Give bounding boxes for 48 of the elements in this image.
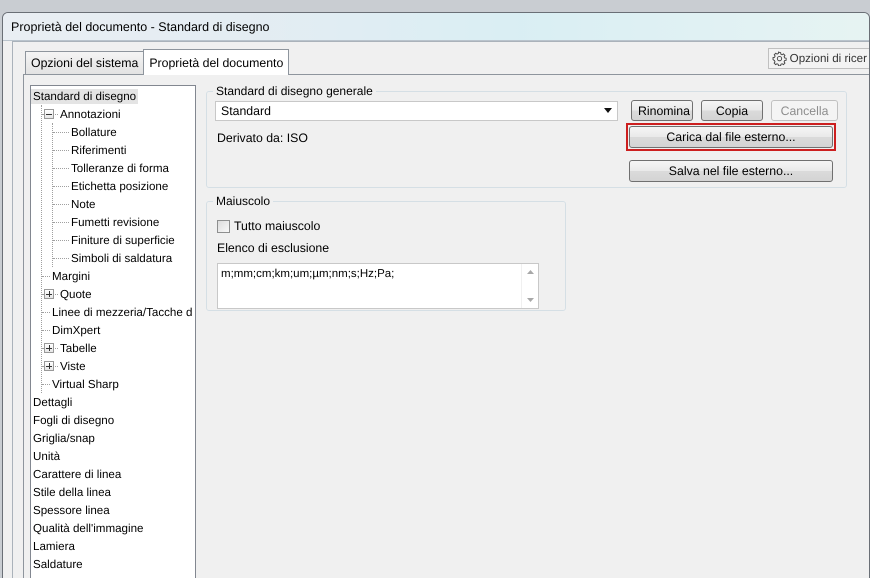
tree-item[interactable]: Virtual Sharp: [50, 376, 121, 392]
tree-item[interactable]: Tolleranze di forma: [69, 160, 171, 176]
tree-item[interactable]: Stile della linea: [31, 484, 113, 500]
derived-from-text: Derivato da: ISO: [216, 130, 308, 147]
tree-item[interactable]: Unità: [31, 448, 62, 464]
tree-item[interactable]: Linee di mezzeria/Tacche d: [50, 304, 194, 320]
tab[interactable]: Opzioni del sistema: [25, 51, 144, 74]
settings-icon: [772, 51, 787, 66]
file-button[interactable]: Salva nel file esterno...: [629, 160, 833, 182]
tree-item[interactable]: Tabelle: [58, 340, 99, 356]
file-button[interactable]: Carica dal file esterno...: [629, 126, 833, 148]
tree-item[interactable]: Dettagli: [31, 394, 74, 410]
action-button[interactable]: Rinomina: [631, 100, 693, 121]
tree-item[interactable]: Etichetta posizione: [69, 178, 170, 194]
tree-item[interactable]: Fumetti revisione: [69, 214, 162, 230]
group-title: Maiuscolo: [213, 194, 274, 208]
field-label: Elenco di esclusione: [217, 241, 330, 255]
tree-item[interactable]: Annotazioni: [58, 106, 123, 122]
tree-item[interactable]: Quote: [58, 286, 94, 302]
tree-item[interactable]: Riferimenti: [69, 142, 128, 158]
tree-item[interactable]: Carattere di linea: [31, 466, 124, 482]
action-button[interactable]: Copia: [701, 100, 763, 121]
standard-dropdown[interactable]: Standard: [215, 100, 618, 120]
expand-icon[interactable]: [44, 289, 54, 299]
dropdown-arrow-icon: [604, 108, 612, 113]
tree-item[interactable]: DimXpert: [50, 322, 102, 338]
tree-item[interactable]: Viste: [58, 358, 88, 374]
tree-item[interactable]: Bollature: [69, 124, 119, 140]
expand-icon[interactable]: [44, 343, 54, 353]
collapse-icon[interactable]: [44, 109, 54, 119]
tree-item[interactable]: Note: [69, 196, 98, 212]
checkbox-label: Tutto maiuscolo: [234, 219, 320, 233]
search-options-button[interactable]: Opzioni di ricer: [768, 48, 869, 69]
tree-item[interactable]: Qualità dell'immagine: [31, 520, 146, 536]
tree-item[interactable]: Standard di disegno: [31, 88, 138, 104]
tree-item[interactable]: Simboli di saldatura: [69, 250, 174, 266]
tab[interactable]: Proprietà del documento: [143, 49, 290, 75]
window-title: Proprietà del documento - Standard di disegno: [11, 20, 270, 34]
tree-item[interactable]: Finiture di superficie: [69, 232, 177, 248]
tree-item[interactable]: Saldature: [31, 556, 85, 572]
tree-item[interactable]: Lamiera: [31, 538, 77, 554]
tree-item[interactable]: Fogli di disegno: [31, 412, 116, 428]
tree-item[interactable]: Spessore linea: [31, 502, 112, 518]
tree-item[interactable]: Griglia/snap: [31, 430, 97, 446]
expand-icon[interactable]: [44, 361, 54, 371]
checkbox[interactable]: [217, 220, 230, 232]
group-title: Standard di disegno generale: [213, 84, 376, 98]
tree-item[interactable]: Margini: [50, 268, 92, 284]
